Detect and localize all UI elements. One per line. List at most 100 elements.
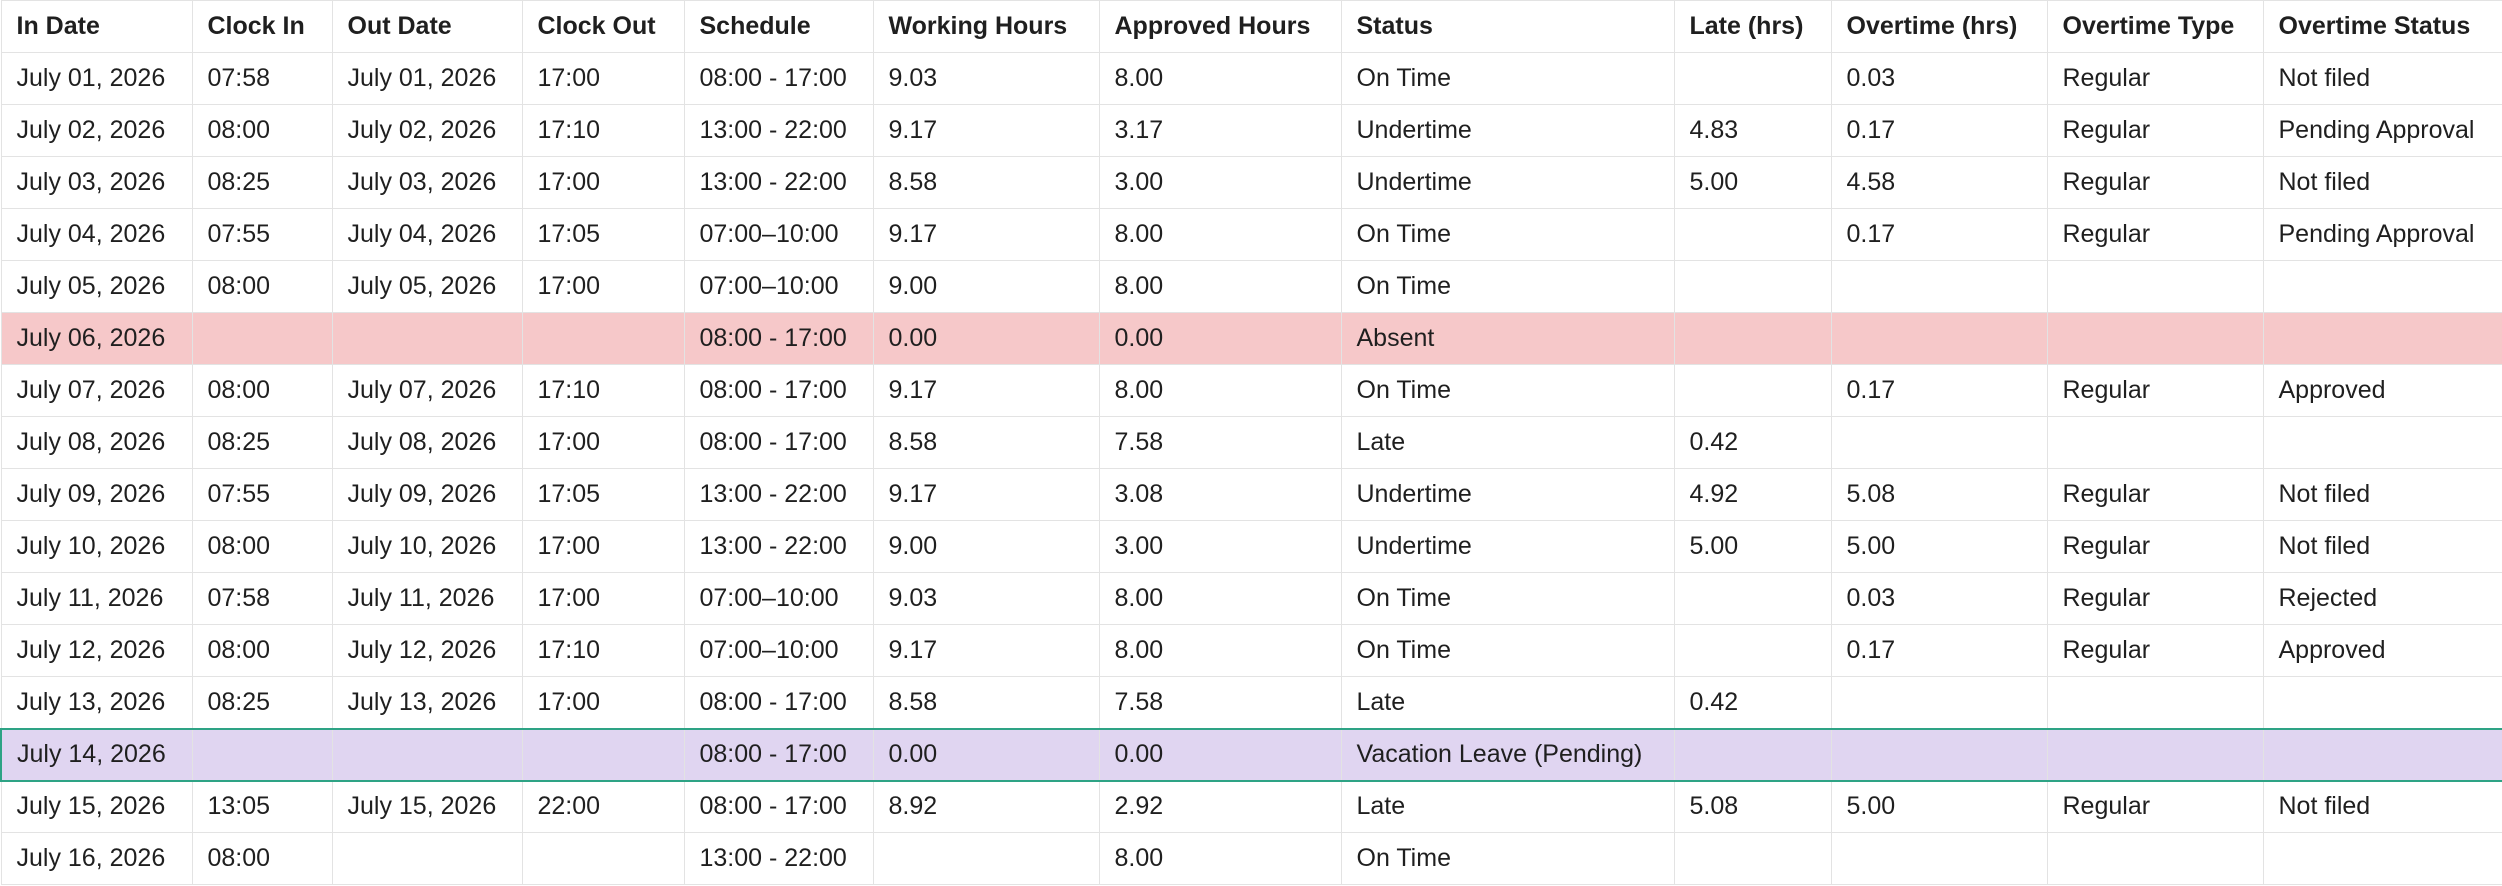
cell-schedule: 08:00 - 17:00 [683,364,874,417]
column-header-out-date[interactable]: Out Date [331,0,523,53]
cell-in-date: July 15, 2026 [0,780,193,833]
cell-overtime: 0.17 [1830,624,2048,677]
cell-out-date: July 09, 2026 [331,468,523,521]
cell-out-date: July 15, 2026 [331,780,523,833]
cell-in-date: July 14, 2026 [0,727,193,782]
cell-clock-in: 08:00 [191,364,333,417]
cell-out-date: July 08, 2026 [331,416,523,469]
cell-late [1673,52,1832,105]
cell-schedule: 07:00–10:00 [683,572,874,625]
cell-overtime: 5.00 [1830,520,2048,573]
cell-schedule: 13:00 - 22:00 [683,468,874,521]
table-row[interactable]: July 13, 2026 08:25 July 13, 2026 17:00 08:0… [0,676,2502,729]
cell-clock-out [521,727,685,782]
cell-clock-in: 07:55 [191,208,333,261]
cell-overtime-status [2262,312,2502,365]
column-header-overtime-type[interactable]: Overtime Type [2046,0,2264,53]
cell-late [1673,260,1832,313]
table-row[interactable]: July 09, 2026 07:55 July 09, 2026 17:05 13:0… [0,468,2502,521]
cell-clock-out: 17:00 [521,572,685,625]
cell-out-date [331,312,523,365]
cell-out-date [331,832,523,885]
table-row[interactable]: July 07, 2026 08:00 July 07, 2026 17:10 08:0… [0,364,2502,417]
cell-working-hours: 9.17 [872,624,1100,677]
table-row[interactable]: July 04, 2026 07:55 July 04, 2026 17:05 07:0… [0,208,2502,261]
table-row[interactable]: July 12, 2026 08:00 July 12, 2026 17:10 07:0… [0,624,2502,677]
cell-overtime [1830,832,2048,885]
column-header-clock-in[interactable]: Clock In [191,0,333,53]
column-header-overtime-status[interactable]: Overtime Status [2262,0,2502,53]
table-row[interactable]: July 01, 2026 07:58 July 01, 2026 17:00 08:0… [0,52,2502,105]
table-row[interactable]: July 15, 2026 13:05 July 15, 2026 22:00 08:0… [0,780,2502,833]
table-row[interactable]: July 16, 2026 08:00 13:00 - 22:00 8.00 On Ti… [0,832,2502,885]
cell-overtime: 0.17 [1830,364,2048,417]
cell-clock-out: 22:00 [521,780,685,833]
cell-status: On Time [1340,832,1675,885]
column-header-late[interactable]: Late (hrs) [1673,0,1832,53]
cell-clock-in: 08:00 [191,260,333,313]
column-header-clock-out[interactable]: Clock Out [521,0,685,53]
table-row[interactable]: July 11, 2026 07:58 July 11, 2026 17:00 07:0… [0,572,2502,625]
cell-approved-hours: 7.58 [1098,676,1342,729]
cell-overtime-status [2262,727,2502,782]
table-row[interactable]: July 03, 2026 08:25 July 03, 2026 17:00 13:0… [0,156,2502,209]
cell-clock-out: 17:10 [521,364,685,417]
cell-overtime-type [2046,832,2264,885]
table-row[interactable]: July 02, 2026 08:00 July 02, 2026 17:10 13:0… [0,104,2502,157]
column-header-approved-hours[interactable]: Approved Hours [1098,0,1342,53]
cell-overtime-type [2046,312,2264,365]
cell-overtime-status [2262,260,2502,313]
column-header-status[interactable]: Status [1340,0,1675,53]
cell-overtime-type: Regular [2046,104,2264,157]
cell-overtime [1830,260,2048,313]
cell-approved-hours: 8.00 [1098,52,1342,105]
cell-schedule: 08:00 - 17:00 [683,312,874,365]
cell-out-date: July 10, 2026 [331,520,523,573]
table-row[interactable]: July 08, 2026 08:25 July 08, 2026 17:00 08:0… [0,416,2502,469]
column-header-in-date[interactable]: In Date [0,0,193,53]
cell-overtime-type: Regular [2046,520,2264,573]
cell-working-hours: 9.17 [872,104,1100,157]
cell-in-date: July 16, 2026 [0,832,193,885]
column-header-working-hours[interactable]: Working Hours [872,0,1100,53]
cell-status: Late [1340,676,1675,729]
cell-status: Vacation Leave (Pending) [1340,727,1675,782]
column-header-schedule[interactable]: Schedule [683,0,874,53]
cell-overtime-type: Regular [2046,52,2264,105]
cell-late: 0.42 [1673,416,1832,469]
table-row-absent[interactable]: July 06, 2026 08:00 - 17:00 0.00 0.00 Absent [0,312,2502,365]
cell-late [1673,208,1832,261]
cell-clock-in: 13:05 [191,780,333,833]
cell-out-date [331,727,523,782]
cell-late [1673,312,1832,365]
cell-overtime-status: Not filed [2262,52,2502,105]
column-header-overtime[interactable]: Overtime (hrs) [1830,0,2048,53]
cell-overtime-status: Approved [2262,364,2502,417]
cell-overtime-type: Regular [2046,572,2264,625]
cell-approved-hours: 3.17 [1098,104,1342,157]
cell-overtime-type: Regular [2046,624,2264,677]
cell-schedule: 08:00 - 17:00 [683,52,874,105]
cell-in-date: July 07, 2026 [0,364,193,417]
header-row: In Date Clock In Out Date Clock Out Sche… [0,0,2502,53]
cell-approved-hours: 3.00 [1098,520,1342,573]
cell-clock-out: 17:00 [521,52,685,105]
table-row[interactable]: July 05, 2026 08:00 July 05, 2026 17:00 07:0… [0,260,2502,313]
cell-approved-hours: 3.00 [1098,156,1342,209]
cell-in-date: July 06, 2026 [0,312,193,365]
cell-clock-out: 17:00 [521,520,685,573]
table-row-selected[interactable]: July 14, 2026 08:00 - 17:00 0.00 0.00 Vacati… [0,727,2502,782]
cell-schedule: 08:00 - 17:00 [683,727,874,782]
cell-overtime: 5.00 [1830,780,2048,833]
cell-overtime-status [2262,416,2502,469]
cell-schedule: 13:00 - 22:00 [683,832,874,885]
cell-schedule: 08:00 - 17:00 [683,676,874,729]
cell-working-hours: 8.58 [872,416,1100,469]
cell-overtime-status: Not filed [2262,520,2502,573]
cell-status: On Time [1340,208,1675,261]
cell-working-hours: 8.58 [872,156,1100,209]
cell-overtime [1830,416,2048,469]
cell-clock-out [521,312,685,365]
cell-overtime-type: Regular [2046,364,2264,417]
table-row[interactable]: July 10, 2026 08:00 July 10, 2026 17:00 13:0… [0,520,2502,573]
